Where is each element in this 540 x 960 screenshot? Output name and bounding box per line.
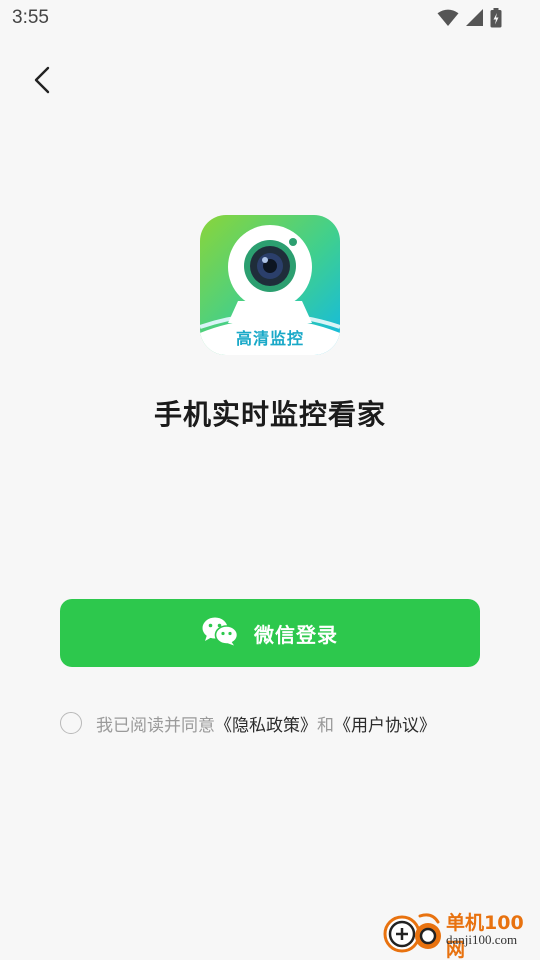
app-logo-label: 高清监控 [235, 329, 304, 348]
battery-charging-icon [490, 8, 502, 32]
status-bar: 3:55 [0, 0, 540, 38]
status-icons [437, 8, 502, 32]
login-screen: 3:55 高清监控 手机实时监控看家 微信登录 我已阅读并同意 《隐私政策》 和… [0, 0, 540, 960]
chevron-left-icon [32, 65, 52, 99]
watermark: 单机100网 danji100.com [382, 906, 532, 960]
wechat-login-label: 微信登录 [254, 622, 338, 647]
user-agreement-link[interactable]: 《用户协议》 [334, 711, 436, 736]
privacy-policy-link[interactable]: 《隐私政策》 [215, 711, 317, 736]
watermark-url: danji100.com [446, 932, 518, 947]
watermark-logo-icon [382, 910, 444, 958]
agree-checkbox[interactable] [60, 712, 82, 734]
status-time: 3:55 [12, 7, 49, 28]
agreement-prefix: 我已阅读并同意 [96, 715, 215, 736]
back-button[interactable] [22, 62, 62, 102]
app-logo: 高清监控 [200, 215, 340, 355]
cellular-signal-icon [465, 9, 484, 31]
wechat-login-button[interactable]: 微信登录 [60, 599, 480, 667]
agreement-and: 和 [317, 715, 334, 736]
app-title: 手机实时监控看家 [153, 398, 386, 431]
wifi-icon [437, 9, 459, 31]
wechat-icon [202, 616, 239, 650]
agreement-row: 我已阅读并同意 《隐私政策》 和 《用户协议》 [60, 709, 436, 737]
